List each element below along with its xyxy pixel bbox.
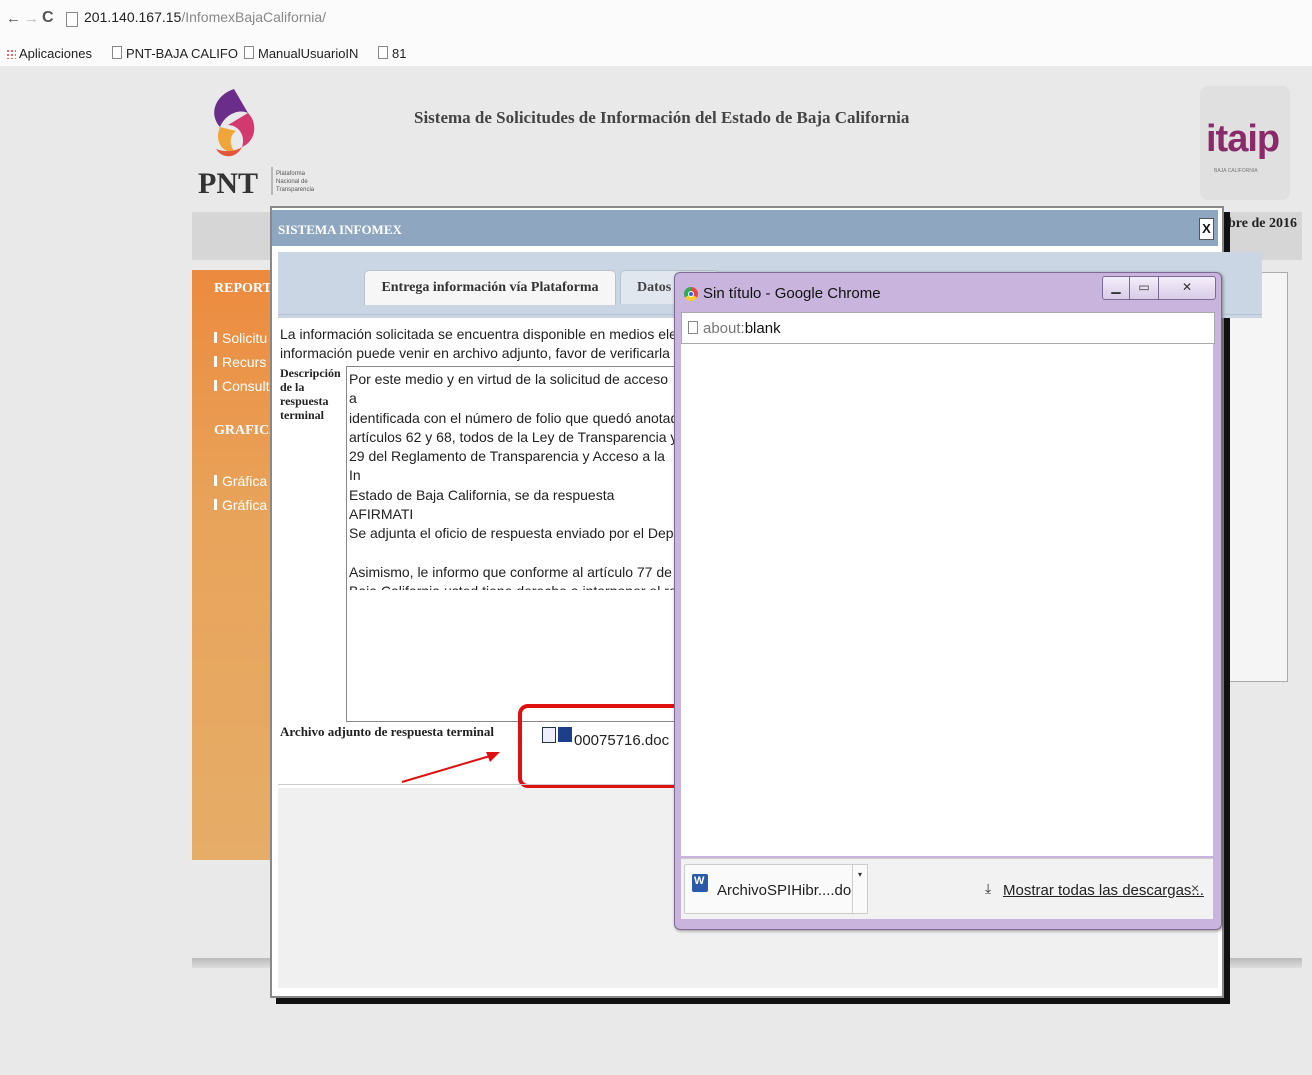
- download-menu-chevron-icon[interactable]: ▾: [852, 864, 868, 914]
- svg-text:Nacional de: Nacional de: [276, 179, 308, 185]
- dialog-footer-separator: [278, 784, 680, 785]
- sidebar-item-consultas[interactable]: Consult: [214, 378, 269, 394]
- page-icon: [66, 12, 78, 27]
- popup-address: about:blank: [703, 320, 781, 337]
- page-title: Sistema de Solicitudes de Información de…: [414, 108, 910, 127]
- reload-icon[interactable]: C: [42, 9, 54, 27]
- bookmark-81[interactable]: 81: [378, 46, 406, 61]
- page-icon: [244, 46, 254, 59]
- itaip-logo-subtitle: BAJA CALIFORNIA: [1214, 168, 1258, 174]
- sidebar-item-grafica-1[interactable]: Gráfica: [214, 473, 267, 489]
- chrome-icon: [684, 287, 698, 301]
- description-label: Descripción de la respuesta terminal: [280, 366, 341, 422]
- word-document-icon: [692, 874, 708, 892]
- dialog-titlebar: [272, 210, 1218, 246]
- page-icon: [112, 46, 122, 59]
- page-icon: [378, 46, 388, 59]
- minimize-button[interactable]: ▁: [1102, 276, 1130, 300]
- dialog-title: SISTEMA INFOMEX: [278, 222, 402, 237]
- maximize-icon: ▭: [1138, 280, 1150, 294]
- arrow-annotation-icon: [401, 752, 500, 783]
- description-text: Por este medio y en virtud de la solicit…: [349, 371, 679, 590]
- minimize-icon: ▁: [1111, 280, 1121, 294]
- bookmark-pnt[interactable]: PNT-BAJA CALIFO: [112, 46, 238, 61]
- tab-entrega-informacion[interactable]: Entrega información vía Plataforma: [364, 270, 616, 305]
- download-file-name: ArchivoSPIHibr....doc: [717, 882, 859, 899]
- pnt-logo: PNT Plataforma Nacional de Transparencia: [198, 89, 315, 200]
- downloads-bar-close-button[interactable]: ×: [1191, 880, 1199, 896]
- popup-content: [681, 344, 1213, 856]
- address-host: 201.140.167.15: [84, 9, 182, 25]
- svg-text:Plataforma: Plataforma: [276, 171, 306, 177]
- itaip-logo-text: itaip: [1206, 118, 1280, 160]
- popup-address-rest: blank: [744, 320, 781, 337]
- back-arrow-icon[interactable]: ←: [6, 10, 21, 27]
- address-bar[interactable]: 201.140.167.15/InfomexBajaCalifornia/: [84, 9, 326, 25]
- address-path: /InfomexBajaCalifornia/: [181, 9, 327, 25]
- maximize-button[interactable]: ▭: [1129, 276, 1159, 300]
- bookmark-apps[interactable]: Aplicaciones: [6, 46, 92, 61]
- bookmark-manual-label: ManualUsuarioIN: [258, 46, 359, 61]
- svg-text:Transparencia: Transparencia: [276, 187, 315, 193]
- sidebar-item-grafica-2[interactable]: Gráfica: [214, 497, 267, 513]
- window-close-button[interactable]: ✕: [1158, 276, 1216, 300]
- sidebar-item-solicitudes[interactable]: Solicitu: [214, 330, 267, 346]
- attachment-label: Archivo adjunto de respuesta terminal: [280, 724, 495, 739]
- show-all-downloads-link[interactable]: Mostrar todas las descargas...: [1003, 882, 1204, 899]
- apps-grid-icon: [6, 49, 16, 59]
- sidebar-item-recursos[interactable]: Recurs: [214, 354, 266, 370]
- popup-title: Sin título - Google Chrome: [703, 285, 881, 302]
- bookmark-81-label: 81: [392, 46, 407, 61]
- date-text: bre de 2016: [1228, 216, 1297, 231]
- page-icon: [688, 321, 698, 334]
- pnt-logo-text: PNT: [198, 167, 258, 200]
- close-icon: ✕: [1181, 280, 1193, 294]
- bookmark-pnt-label: PNT-BAJA CALIFO: [126, 46, 238, 61]
- forward-arrow-icon[interactable]: →: [24, 10, 39, 27]
- popup-address-scheme: about:: [703, 320, 745, 337]
- bookmark-manual[interactable]: ManualUsuarioIN: [244, 46, 358, 61]
- bookmark-apps-label: Aplicaciones: [19, 46, 92, 61]
- content-panel: [1222, 272, 1288, 682]
- info-message: La información solicitada se encuentra d…: [280, 326, 680, 361]
- download-arrow-icon: ⤓: [985, 880, 992, 896]
- dialog-close-button[interactable]: X: [1199, 218, 1214, 240]
